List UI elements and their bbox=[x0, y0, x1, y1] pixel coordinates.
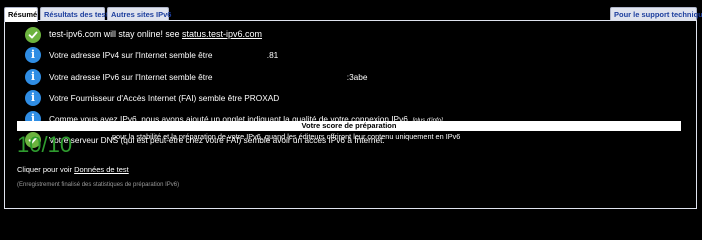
redacted-block bbox=[214, 72, 347, 83]
ipv6-suffix: :3abe bbox=[346, 72, 368, 82]
status-link[interactable]: status.test-ipv6.com bbox=[182, 29, 262, 39]
test-data-link[interactable]: Données de test bbox=[74, 165, 129, 174]
info-icon: i bbox=[25, 90, 41, 106]
info-icon: i bbox=[25, 69, 41, 85]
check-icon bbox=[25, 27, 41, 43]
score-description: pour la stabilité et la préparation de v… bbox=[112, 132, 461, 141]
tab-other-ipv6-sites[interactable]: Autres sites IPv6 bbox=[107, 7, 171, 21]
info-icon: i bbox=[25, 47, 41, 63]
tab-test-results[interactable]: Résultats des tests bbox=[40, 7, 112, 21]
test-data-prefix: Cliquer pour voir bbox=[17, 165, 75, 174]
score-heading: Votre score de préparation bbox=[17, 121, 681, 131]
tab-technical-support[interactable]: Pour le support technique bbox=[610, 7, 702, 21]
row-text: Votre adresse IPv4 sur l'Internet semble… bbox=[49, 50, 215, 60]
readiness-score: 10/10 bbox=[17, 132, 73, 157]
redacted-block bbox=[214, 50, 267, 61]
row-text: Votre Fournisseur d'Accès Internet (FAI)… bbox=[49, 93, 280, 103]
ipv4-suffix: .81 bbox=[266, 50, 279, 60]
tab-bar: Résumé Résultats des tests Autres sites … bbox=[0, 0, 702, 22]
tab-summary[interactable]: Résumé bbox=[4, 7, 38, 22]
row-text: Votre adresse IPv6 sur l'Internet semble… bbox=[49, 72, 215, 82]
test-data-line: Cliquer pour voir Données de test bbox=[17, 165, 129, 175]
stats-footnote: (Enregistrement finalisé des statistique… bbox=[17, 182, 180, 188]
row-text: test-ipv6.com will stay online! see bbox=[49, 29, 182, 39]
